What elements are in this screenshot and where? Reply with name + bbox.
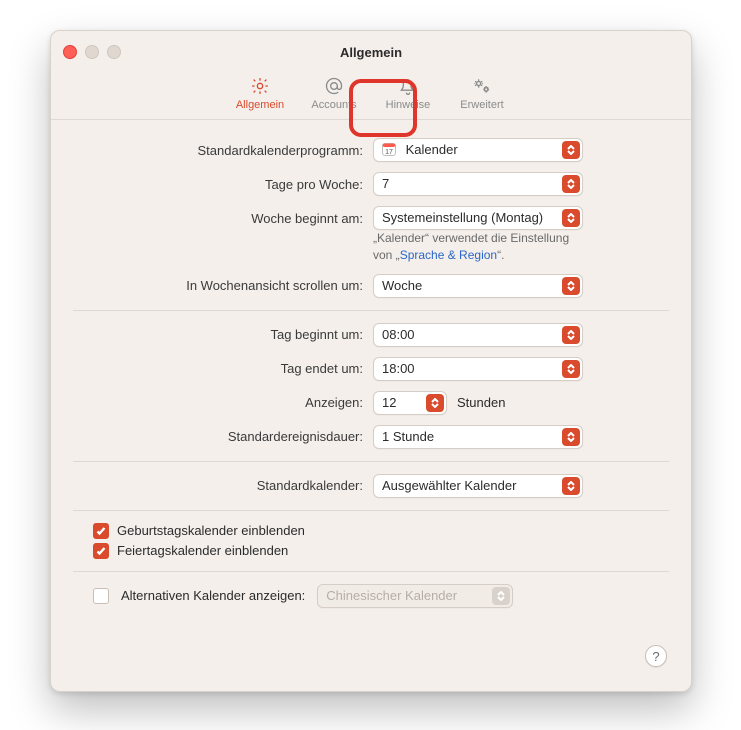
checkbox-holiday-cal[interactable] bbox=[93, 543, 109, 559]
select-week-start-value: Systemeinstellung (Montag) bbox=[382, 210, 543, 225]
select-default-app-value: Kalender bbox=[406, 142, 458, 157]
zoom-window-button[interactable] bbox=[107, 45, 121, 59]
separator bbox=[73, 571, 669, 572]
label-scroll-week: In Wochenansicht scrollen um: bbox=[73, 278, 373, 293]
chevron-updown-icon bbox=[562, 360, 580, 378]
tab-advanced[interactable]: Erweitert bbox=[454, 75, 510, 111]
svg-text:17: 17 bbox=[385, 149, 393, 156]
label-days-per-week: Tage pro Woche: bbox=[73, 177, 373, 192]
select-day-end-value: 18:00 bbox=[382, 361, 415, 376]
minimize-window-button[interactable] bbox=[85, 45, 99, 59]
preferences-tabs: Allgemein Accounts Hinweise Erweitert bbox=[51, 75, 691, 120]
select-scroll-week[interactable]: Woche bbox=[373, 274, 583, 298]
select-alt-cal-value: Chinesischer Kalender bbox=[326, 588, 457, 603]
select-week-start[interactable]: Systemeinstellung (Montag) bbox=[373, 206, 583, 230]
bell-icon bbox=[398, 75, 418, 97]
chevron-updown-icon bbox=[562, 209, 580, 227]
select-scroll-week-value: Woche bbox=[382, 278, 422, 293]
show-hours-unit: Stunden bbox=[457, 395, 505, 410]
label-birthday-cal: Geburtstagskalender einblenden bbox=[117, 523, 305, 538]
tab-alerts-label: Hinweise bbox=[386, 99, 431, 111]
checkbox-birthday-cal[interactable] bbox=[93, 523, 109, 539]
label-default-duration: Standardereignisdauer: bbox=[73, 429, 373, 444]
select-show-hours-value: 12 bbox=[382, 395, 396, 410]
chevron-updown-icon bbox=[562, 175, 580, 193]
chevron-updown-icon bbox=[562, 141, 580, 159]
label-week-start: Woche beginnt am: bbox=[73, 211, 373, 226]
chevron-updown-icon bbox=[562, 277, 580, 295]
select-days-per-week[interactable]: 7 bbox=[373, 172, 583, 196]
select-default-duration-value: 1 Stunde bbox=[382, 429, 434, 444]
select-default-duration[interactable]: 1 Stunde bbox=[373, 425, 583, 449]
label-show-hours: Anzeigen: bbox=[73, 395, 373, 410]
select-alt-cal: Chinesischer Kalender bbox=[317, 584, 513, 608]
select-show-hours[interactable]: 12 bbox=[373, 391, 447, 415]
tab-accounts[interactable]: Accounts bbox=[306, 75, 362, 111]
tab-general[interactable]: Allgemein bbox=[232, 75, 288, 111]
tab-general-label: Allgemein bbox=[236, 99, 284, 111]
separator bbox=[73, 310, 669, 311]
label-default-calendar: Standardkalender: bbox=[73, 478, 373, 493]
calendar-app-icon: 17 bbox=[382, 141, 396, 163]
select-default-calendar[interactable]: Ausgewählter Kalender bbox=[373, 474, 583, 498]
tab-alerts[interactable]: Hinweise bbox=[380, 75, 436, 111]
select-default-calendar-value: Ausgewählter Kalender bbox=[382, 478, 516, 493]
chevron-updown-icon bbox=[492, 587, 510, 605]
chevron-updown-icon bbox=[562, 326, 580, 344]
separator bbox=[73, 461, 669, 462]
label-day-start: Tag beginnt um: bbox=[73, 327, 373, 342]
window-title: Allgemein bbox=[51, 31, 691, 75]
window-controls bbox=[63, 45, 121, 59]
select-day-start-value: 08:00 bbox=[382, 327, 415, 342]
question-mark-icon: ? bbox=[652, 649, 659, 664]
label-day-end: Tag endet um: bbox=[73, 361, 373, 376]
chevron-updown-icon bbox=[562, 477, 580, 495]
at-icon bbox=[324, 75, 344, 97]
tab-advanced-label: Erweitert bbox=[460, 99, 503, 111]
preferences-window: Allgemein Allgemein Accounts Hinweise Er… bbox=[50, 30, 692, 692]
label-holiday-cal: Feiertagskalender einblenden bbox=[117, 543, 288, 558]
help-button[interactable]: ? bbox=[645, 645, 667, 667]
titlebar: Allgemein bbox=[51, 31, 691, 75]
separator bbox=[73, 510, 669, 511]
label-alt-cal: Alternativen Kalender anzeigen: bbox=[121, 588, 305, 603]
select-day-end[interactable]: 18:00 bbox=[373, 357, 583, 381]
week-start-hint: „Kalender“ verwendet die Einstellung von… bbox=[373, 230, 583, 264]
close-window-button[interactable] bbox=[63, 45, 77, 59]
label-default-app: Standardkalenderprogramm: bbox=[73, 143, 373, 158]
select-day-start[interactable]: 08:00 bbox=[373, 323, 583, 347]
chevron-updown-icon bbox=[426, 394, 444, 412]
gears-icon bbox=[472, 75, 492, 97]
select-default-app[interactable]: 17 Kalender bbox=[373, 138, 583, 162]
chevron-updown-icon bbox=[562, 428, 580, 446]
general-pane: Standardkalenderprogramm: 17 Kalender Ta… bbox=[51, 120, 691, 622]
language-region-link[interactable]: Sprache & Region bbox=[400, 248, 497, 262]
select-days-per-week-value: 7 bbox=[382, 176, 389, 191]
gear-icon bbox=[250, 75, 270, 97]
tab-accounts-label: Accounts bbox=[311, 99, 356, 111]
checkbox-alt-cal[interactable] bbox=[93, 588, 109, 604]
